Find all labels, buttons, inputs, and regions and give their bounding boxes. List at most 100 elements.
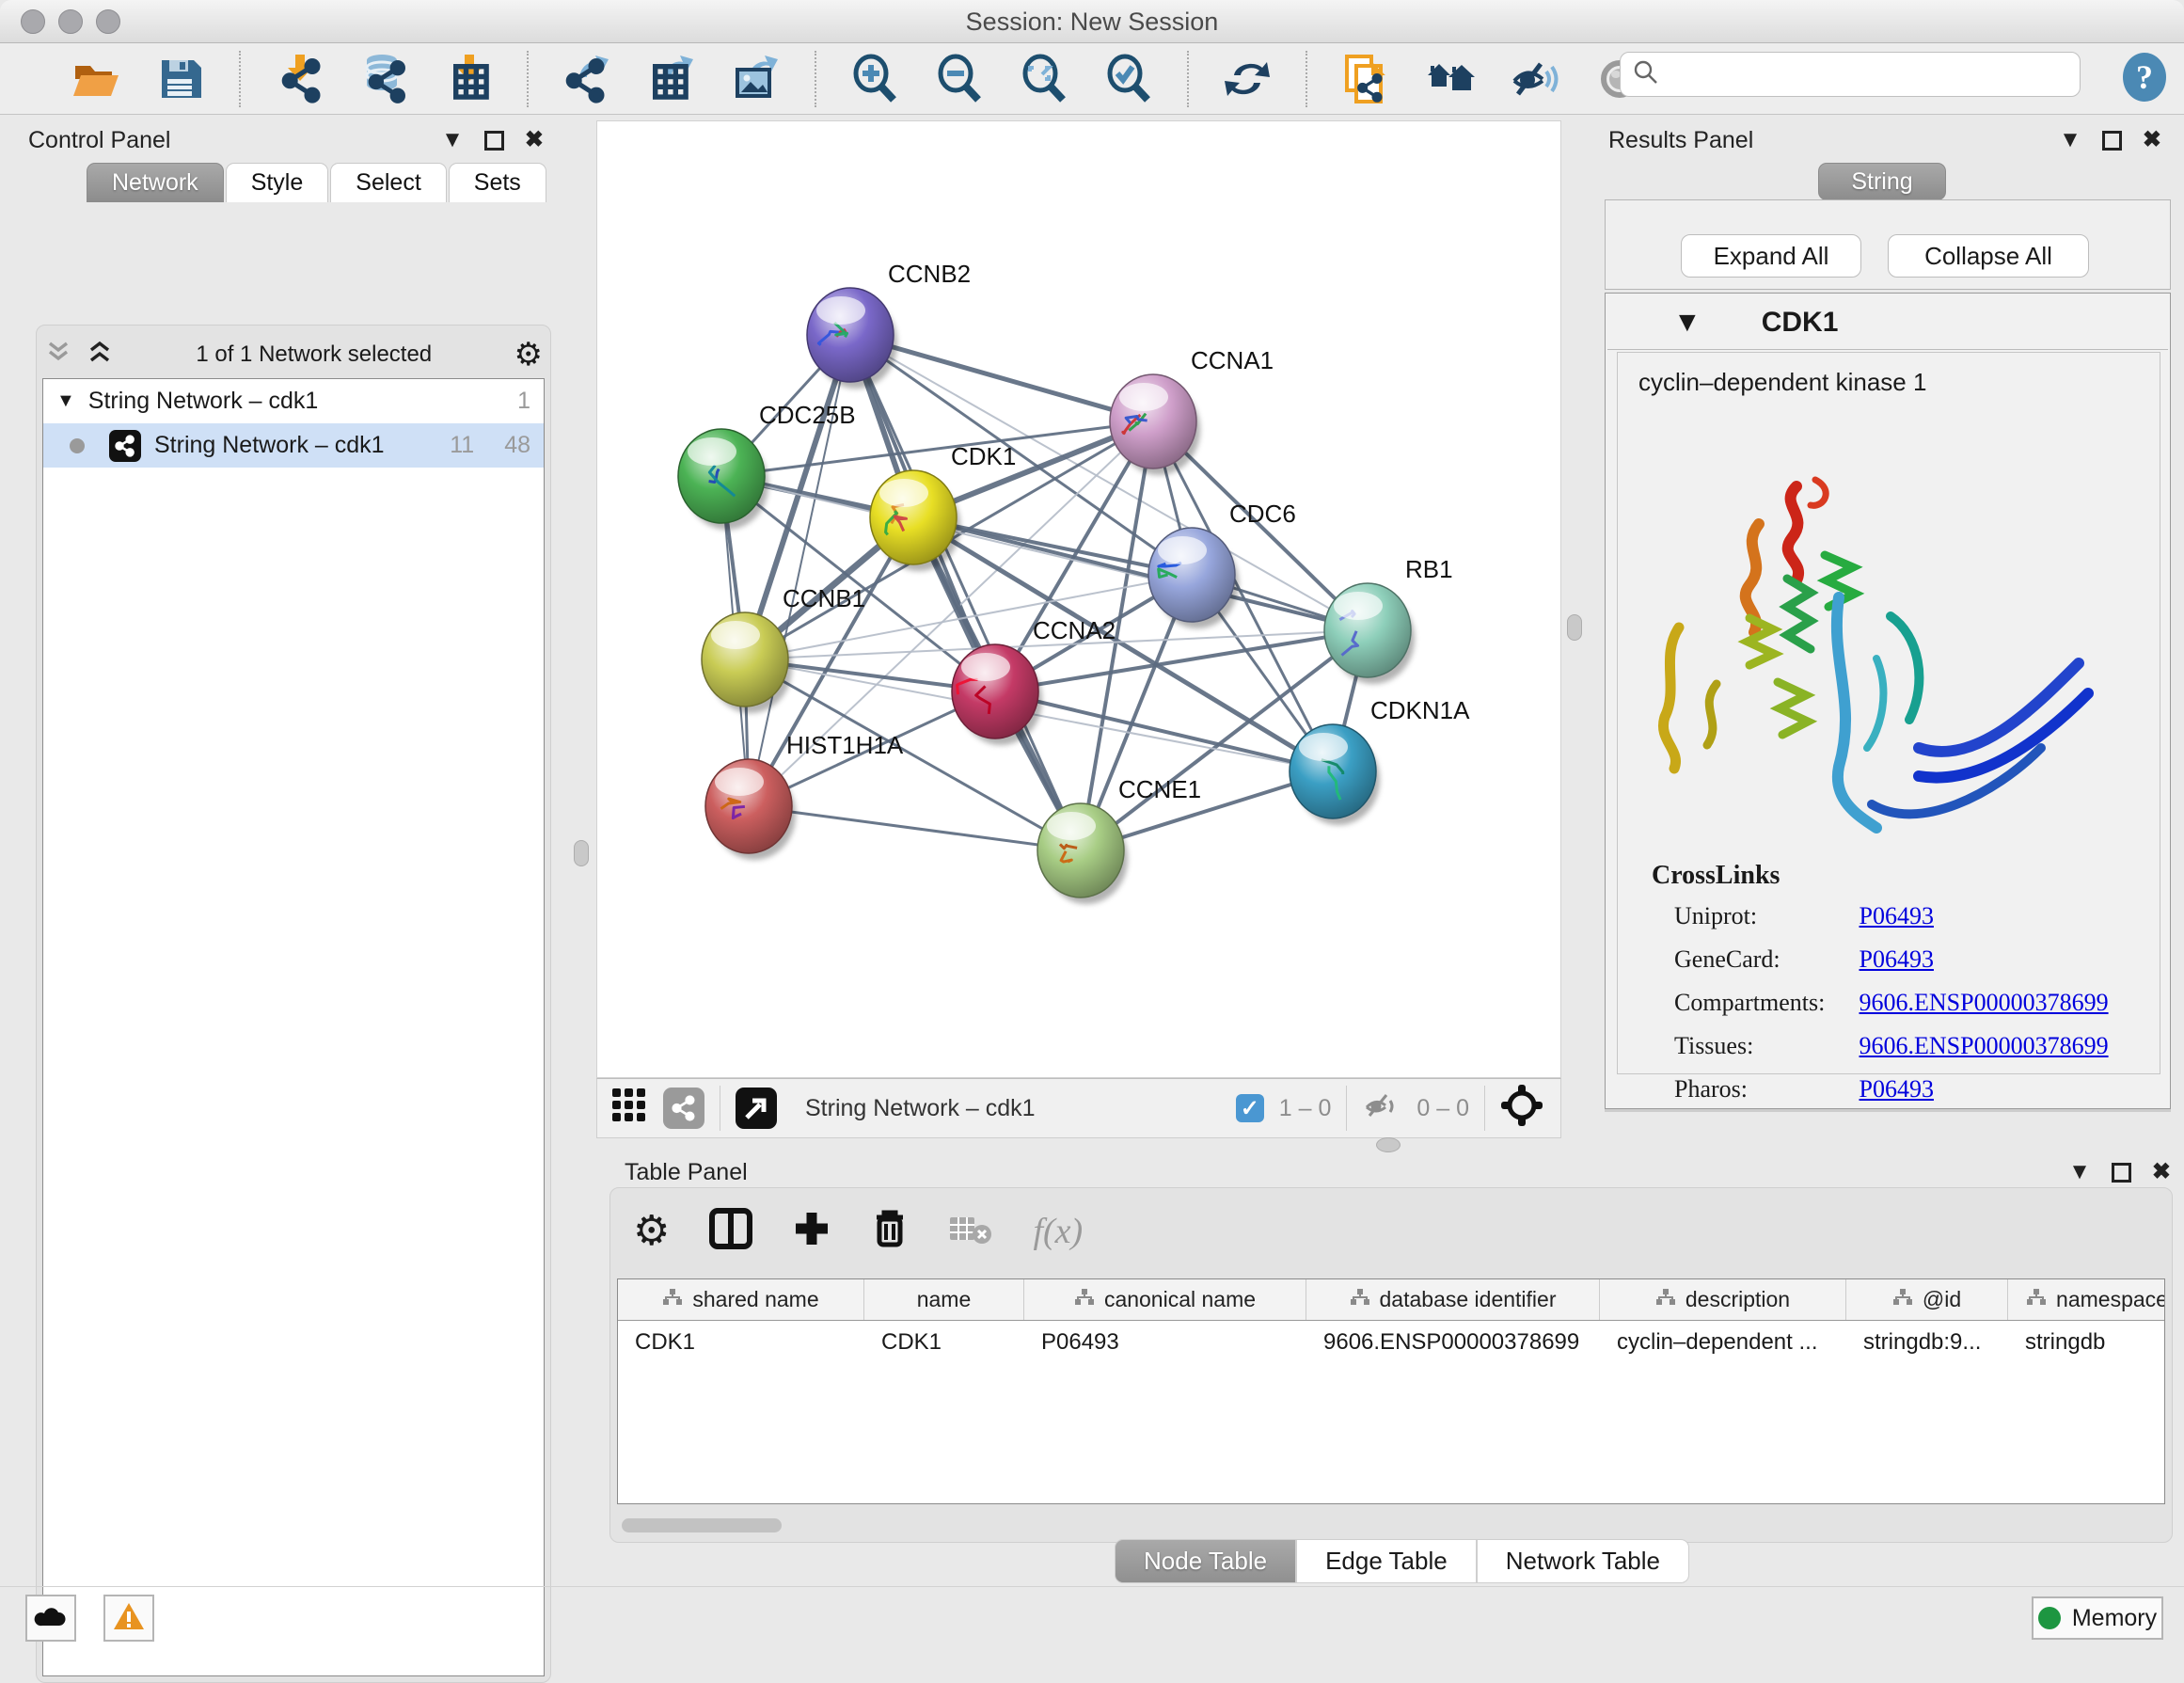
zoom-out-icon[interactable] <box>933 53 986 105</box>
import-table-file-icon[interactable] <box>442 53 495 105</box>
svg-text:?: ? <box>2136 58 2153 96</box>
network-node-CCNA1[interactable]: CCNA1 <box>1110 346 1274 475</box>
maximize-panel-icon[interactable] <box>484 131 504 151</box>
warnings-button[interactable] <box>103 1595 154 1642</box>
table-row[interactable]: CDK1CDK1P064939606.ENSP00000378699cyclin… <box>618 1321 2164 1364</box>
network-node-CCNE1[interactable]: CCNE1 <box>1037 775 1201 904</box>
column-header-canonicalname[interactable]: canonical name <box>1024 1279 1306 1320</box>
zoom-fit-icon[interactable] <box>1018 53 1070 105</box>
network-node-CCNB2[interactable]: CCNB2 <box>807 260 971 389</box>
collapse-icon[interactable]: ▼ <box>56 390 75 412</box>
expand-all-tree-icon[interactable] <box>86 338 114 373</box>
grid-view-icon[interactable] <box>610 1087 648 1131</box>
crosslink-link[interactable]: P06493 <box>1860 902 1934 929</box>
crosslink-link[interactable]: P06493 <box>1860 945 1934 973</box>
table-horizontal-scrollbar[interactable] <box>622 1518 782 1532</box>
collection-label: String Network – cdk1 <box>88 388 319 415</box>
column-header-databaseidentifier[interactable]: database identifier <box>1306 1279 1600 1320</box>
node-label: RB1 <box>1405 555 1453 583</box>
table-cell[interactable]: 9606.ENSP00000378699 <box>1306 1321 1600 1364</box>
network-edge[interactable] <box>850 335 1081 850</box>
collapse-entry-icon[interactable]: ▼ <box>1673 307 1701 339</box>
clone-network-icon[interactable] <box>1339 53 1392 105</box>
close-panel-icon[interactable]: ✖ <box>2143 129 2161 151</box>
column-header-description[interactable]: description <box>1600 1279 1846 1320</box>
refresh-icon[interactable] <box>1221 53 1274 105</box>
maximize-panel-icon[interactable] <box>2102 131 2122 151</box>
node-table[interactable]: shared namenamecanonical namedatabase id… <box>617 1278 2165 1504</box>
tab-network-table[interactable]: Network Table <box>1477 1539 1689 1583</box>
table-cell[interactable]: CDK1 <box>864 1321 1024 1364</box>
export-table-icon[interactable] <box>645 53 698 105</box>
show-columns-icon[interactable] <box>709 1208 752 1254</box>
column-header-namespace[interactable]: namespace <box>2008 1279 2165 1320</box>
export-image-icon[interactable] <box>730 53 783 105</box>
float-panel-icon[interactable]: ▼ <box>441 129 464 151</box>
collapse-all-button[interactable]: Collapse All <box>1888 234 2089 278</box>
table-cell[interactable]: stringdb:9... <box>1846 1321 2008 1364</box>
table-cell[interactable]: cyclin–dependent ... <box>1600 1321 1846 1364</box>
left-splitter-handle[interactable] <box>574 840 589 866</box>
right-splitter-handle[interactable] <box>1567 614 1582 641</box>
close-panel-icon[interactable]: ✖ <box>525 129 544 151</box>
delete-column-trash-icon[interactable] <box>871 1208 909 1254</box>
tab-style[interactable]: Style <box>226 163 329 202</box>
network-node-RB1[interactable]: RB1 <box>1324 555 1453 684</box>
birdseye-view-icon[interactable] <box>663 1088 704 1129</box>
tab-edge-table[interactable]: Edge Table <box>1296 1539 1477 1583</box>
cloud-button[interactable] <box>25 1595 76 1642</box>
crosslink-link[interactable]: P06493 <box>1860 1075 1934 1103</box>
tab-string[interactable]: String <box>1818 163 1945 200</box>
open-in-window-icon[interactable] <box>736 1088 777 1129</box>
float-panel-icon[interactable]: ▼ <box>2059 129 2081 151</box>
homes-icon[interactable] <box>1424 53 1477 105</box>
crosslink-link[interactable]: 9606.ENSP00000378699 <box>1860 1032 2109 1059</box>
tab-network[interactable]: Network <box>87 163 224 202</box>
gene-header-row[interactable]: ▼ CDK1 <box>1607 295 2168 350</box>
column-header-id[interactable]: @id <box>1846 1279 2008 1320</box>
network-edge[interactable] <box>913 517 1368 630</box>
network-canvas[interactable]: CCNB2 CCNA1 CDC25B CDK1 CDC6 RB1 CCNB1 <box>596 120 1561 1078</box>
table-cell[interactable]: stringdb <box>2008 1321 2165 1364</box>
attribute-type-icon <box>1892 1287 1913 1312</box>
table-cell[interactable]: CDK1 <box>618 1321 864 1364</box>
zoom-in-icon[interactable] <box>848 53 901 105</box>
expand-all-button[interactable]: Expand All <box>1681 234 1861 278</box>
search-input[interactable] <box>1668 61 2068 87</box>
float-panel-icon[interactable]: ▼ <box>2068 1161 2091 1183</box>
open-session-icon[interactable] <box>70 53 122 105</box>
tab-sets[interactable]: Sets <box>449 163 546 202</box>
maximize-panel-icon[interactable] <box>2112 1163 2131 1183</box>
network-edge[interactable] <box>749 806 1081 850</box>
crosslink-link[interactable]: 9606.ENSP00000378699 <box>1860 989 2109 1016</box>
fit-selected-crosshair-icon[interactable] <box>1500 1084 1543 1134</box>
close-panel-icon[interactable]: ✖ <box>2152 1161 2171 1183</box>
column-header-name[interactable]: name <box>864 1279 1024 1320</box>
hide-graphics-icon[interactable] <box>1509 53 1561 105</box>
save-session-icon[interactable] <box>154 53 207 105</box>
network-collection-row[interactable]: ▼ String Network – cdk1 1 <box>43 379 544 423</box>
network-node-HIST1H1A[interactable]: HIST1H1A <box>705 731 904 860</box>
node-label: CCNA2 <box>1033 616 1116 644</box>
export-network-icon[interactable] <box>561 53 613 105</box>
selected-checkbox-icon[interactable]: ✓ <box>1236 1094 1264 1122</box>
network-options-gear-icon[interactable]: ⚙ <box>514 336 543 373</box>
network-node-CDKN1A[interactable]: CDKN1A <box>1290 696 1470 825</box>
table-settings-gear-icon[interactable]: ⚙ <box>633 1207 670 1255</box>
zoom-selected-icon[interactable] <box>1102 53 1155 105</box>
tab-node-table[interactable]: Node Table <box>1115 1539 1296 1583</box>
network-row[interactable]: String Network – cdk1 11 48 <box>43 423 544 468</box>
table-cell[interactable]: P06493 <box>1024 1321 1306 1364</box>
help-icon[interactable]: ? <box>2118 51 2171 108</box>
add-column-icon[interactable] <box>792 1209 831 1253</box>
collapse-all-tree-icon[interactable] <box>44 338 72 373</box>
bottom-splitter-handle[interactable] <box>1376 1137 1401 1152</box>
network-edge[interactable] <box>995 691 1333 771</box>
import-network-database-icon[interactable] <box>357 53 410 105</box>
memory-button[interactable]: Memory <box>2032 1596 2163 1640</box>
tab-select[interactable]: Select <box>330 163 446 202</box>
attribute-type-icon <box>1655 1287 1676 1312</box>
column-header-sharedname[interactable]: shared name <box>618 1279 864 1320</box>
network-node-CCNB1[interactable]: CCNB1 <box>702 584 865 713</box>
import-network-file-icon[interactable] <box>273 53 325 105</box>
